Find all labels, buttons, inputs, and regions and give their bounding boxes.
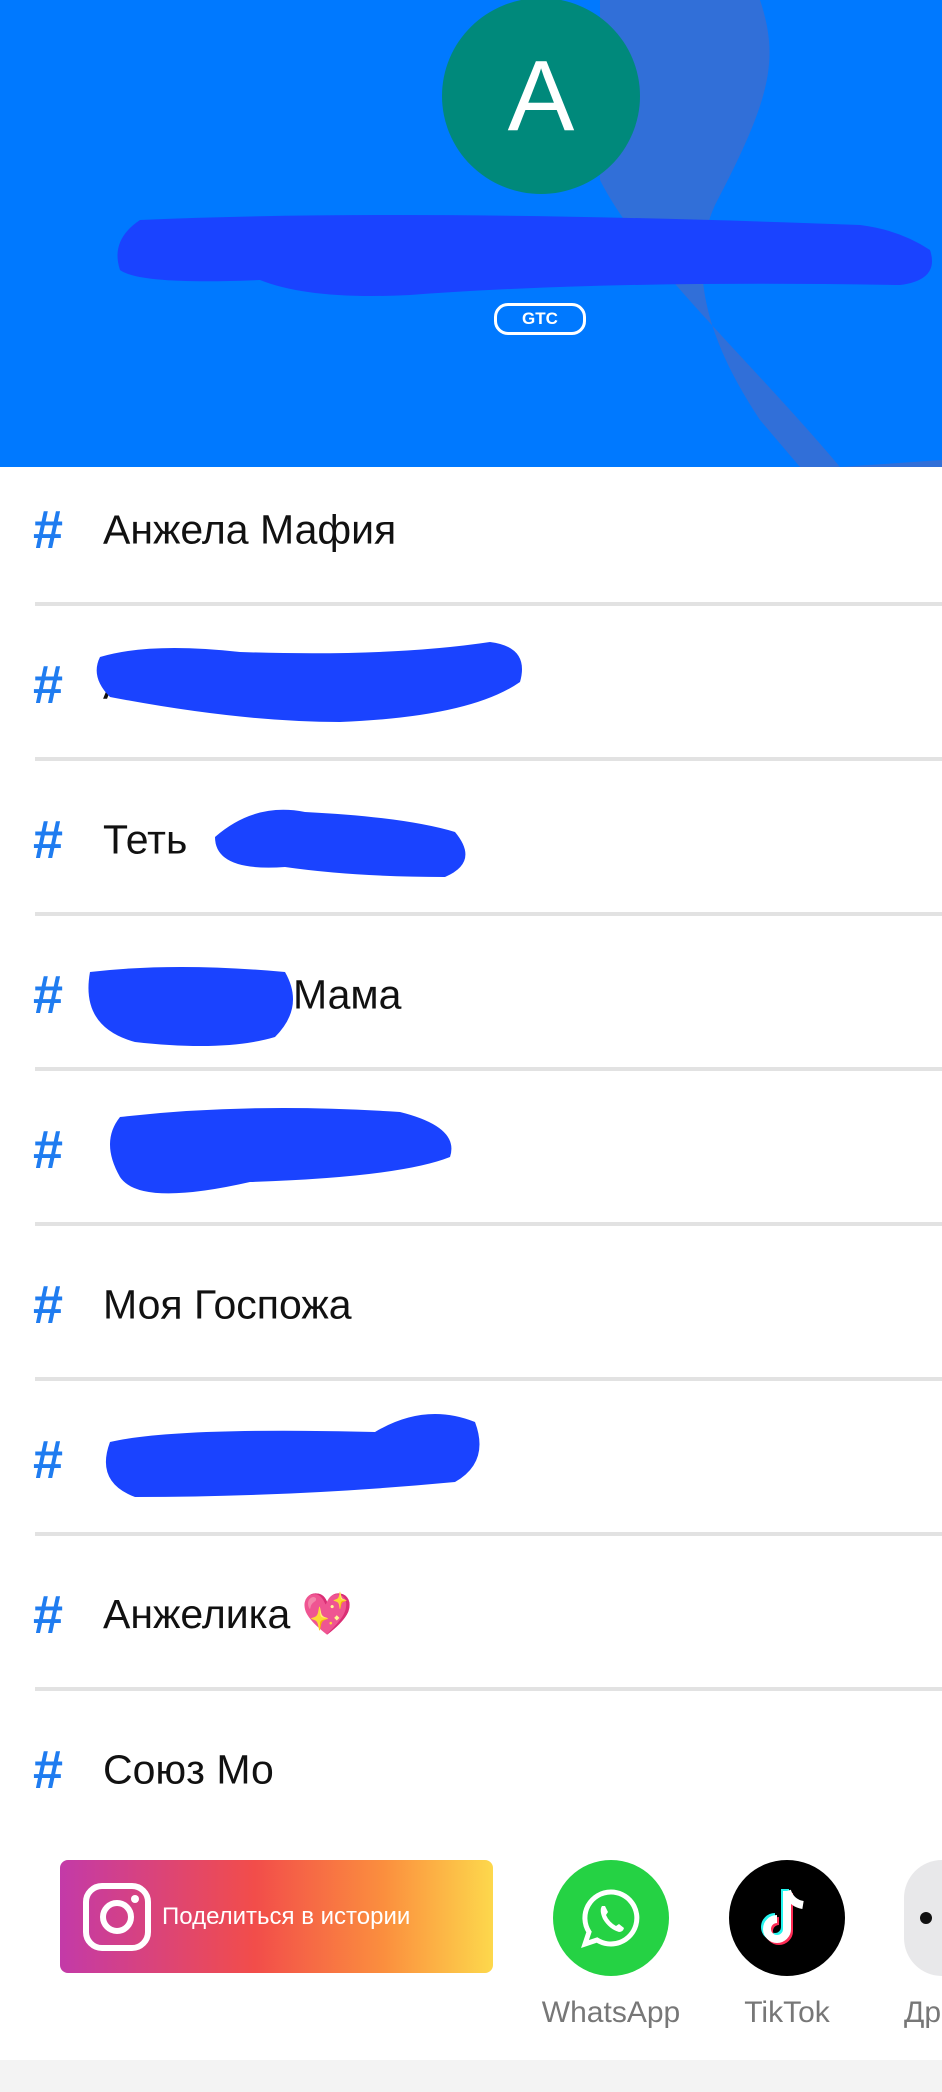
- instagram-icon: [83, 1882, 151, 1951]
- share-tiktok-button[interactable]: [729, 1860, 845, 1976]
- list-item[interactable]: # Теть: [0, 762, 942, 917]
- status-badge: GTC: [494, 303, 586, 335]
- hash-icon: #: [33, 654, 64, 715]
- hash-icon: #: [33, 1429, 64, 1490]
- profile-header: A GTC: [0, 0, 942, 467]
- hash-icon: #: [33, 1584, 64, 1645]
- share-tiktok-label: TikTok: [744, 1996, 830, 2029]
- redaction-scribble: [96, 642, 523, 722]
- redaction-scribble: [215, 809, 466, 877]
- whatsapp-icon: [581, 1889, 640, 1948]
- divider: [35, 912, 942, 916]
- list-item-label: Моя Госпожа: [103, 1281, 352, 1327]
- divider: [35, 757, 942, 761]
- hash-icon: #: [33, 499, 64, 560]
- bottom-bar: [0, 2060, 942, 2092]
- divider: [35, 602, 942, 606]
- list-item-label: А: [103, 661, 131, 707]
- hash-icon: #: [33, 964, 64, 1025]
- list-item[interactable]: # Мама: [0, 917, 942, 1072]
- divider: [35, 1222, 942, 1226]
- hash-icon: #: [33, 1274, 64, 1335]
- list-item[interactable]: # Моя Госпожа: [0, 1227, 942, 1382]
- list-item[interactable]: #: [0, 1382, 942, 1537]
- redaction-scribble: [88, 967, 293, 1046]
- share-instagram-label: Поделиться в истории: [162, 1902, 411, 1930]
- divider: [35, 1377, 942, 1381]
- share-more-label: Др: [904, 1996, 942, 2029]
- divider: [35, 1687, 942, 1691]
- list-item[interactable]: # Анжела Мафия: [0, 452, 942, 607]
- share-more-button[interactable]: [904, 1860, 942, 1976]
- divider: [35, 1532, 942, 1536]
- list-item[interactable]: # А: [0, 607, 942, 762]
- share-whatsapp-label: WhatsApp: [541, 1996, 681, 2029]
- list-item[interactable]: # Анжелика 💖: [0, 1537, 942, 1692]
- hash-icon: #: [33, 809, 64, 870]
- list-item-label: Анжела Мафия: [103, 506, 397, 552]
- hash-icon: #: [33, 1739, 64, 1800]
- list-item-label: Мама: [293, 971, 402, 1017]
- avatar[interactable]: A: [442, 0, 640, 194]
- tiktok-icon: [761, 1889, 804, 1945]
- share-instagram-story-button[interactable]: Поделиться в истории: [60, 1860, 493, 1973]
- redaction-scribble: [105, 1414, 480, 1497]
- list-item-label: Союз Мо: [103, 1746, 274, 1792]
- share-whatsapp-button[interactable]: [553, 1860, 669, 1976]
- list-item-label: Анжелика 💖: [103, 1590, 353, 1637]
- hash-icon: #: [33, 1119, 64, 1180]
- list-item-label: Теть: [103, 816, 188, 862]
- list-item[interactable]: # Союз Мо: [0, 1692, 942, 1847]
- divider: [35, 1067, 942, 1071]
- list-item[interactable]: #: [0, 1072, 942, 1227]
- redaction-scribble: [110, 1108, 452, 1194]
- more-dots-icon: [920, 1912, 932, 1924]
